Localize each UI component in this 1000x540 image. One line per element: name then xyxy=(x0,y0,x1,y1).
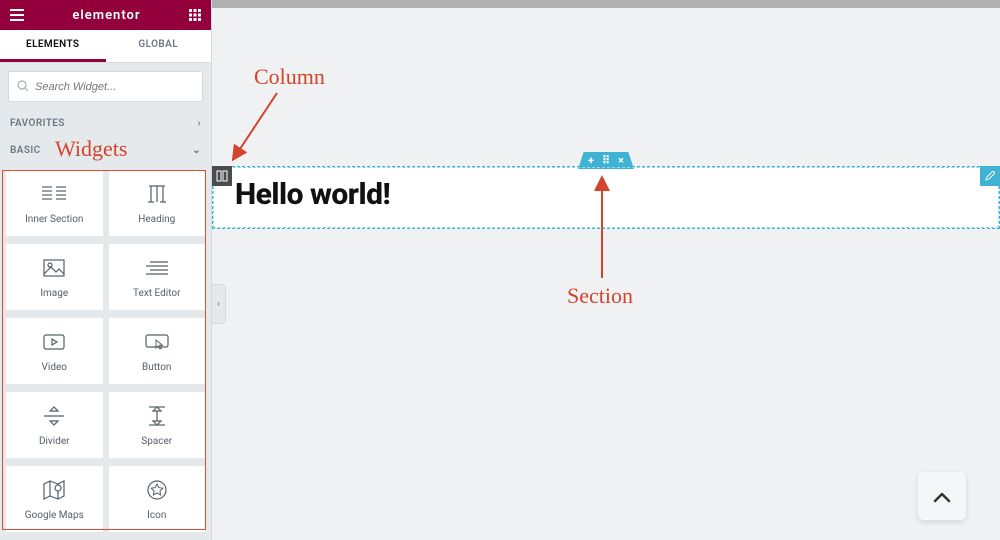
widget-text-editor[interactable]: Text Editor xyxy=(109,244,206,310)
widget-label: Button xyxy=(142,362,171,373)
tab-elements[interactable]: ELEMENTS xyxy=(0,30,106,62)
chevron-down-icon: ⌄ xyxy=(192,145,201,156)
inner-section-icon xyxy=(42,182,66,206)
widget-label: Image xyxy=(40,288,68,299)
button-icon xyxy=(145,330,169,354)
category-label: BASIC xyxy=(10,145,41,156)
google-maps-icon xyxy=(42,478,66,502)
widget-video[interactable]: Video xyxy=(6,318,103,384)
widget-label: Inner Section xyxy=(25,214,83,225)
widget-label: Spacer xyxy=(141,436,172,447)
divider-icon xyxy=(42,404,66,428)
tab-global[interactable]: GLOBAL xyxy=(106,30,212,62)
video-icon xyxy=(42,330,66,354)
section-edit-handle[interactable] xyxy=(980,166,1000,186)
heading-icon xyxy=(145,182,169,206)
text-editor-icon xyxy=(145,256,169,280)
widget-label: Heading xyxy=(138,214,175,225)
canvas-area[interactable]: ‹ + ⠿ × Hello world! Column Section xyxy=(212,8,1000,540)
category-favorites[interactable]: FAVORITES › xyxy=(0,110,211,137)
widget-label: Google Maps xyxy=(25,510,84,521)
widget-button[interactable]: Button xyxy=(109,318,206,384)
section-controls: + ⠿ × xyxy=(578,152,634,169)
image-icon xyxy=(42,256,66,280)
widget-heading[interactable]: Heading xyxy=(109,170,206,236)
spacer-icon xyxy=(145,404,169,428)
widget-spacer[interactable]: Spacer xyxy=(109,392,206,458)
elementor-sidebar: elementor ELEMENTS GLOBAL FAVORITES › BA… xyxy=(0,0,212,540)
widget-google-maps[interactable]: Google Maps xyxy=(6,466,103,532)
app-root: elementor ELEMENTS GLOBAL FAVORITES › BA… xyxy=(0,0,1000,540)
icon-widget-icon xyxy=(145,478,169,502)
widget-inner-section[interactable]: Inner Section xyxy=(6,170,103,236)
widget-image[interactable]: Image xyxy=(6,244,103,310)
hamburger-icon[interactable] xyxy=(10,9,24,21)
sidebar-header: elementor xyxy=(0,0,211,30)
column-handle[interactable] xyxy=(212,166,232,186)
widget-grid: Inner Section Heading Image Text Editor … xyxy=(0,164,211,540)
brand-logo: elementor xyxy=(72,8,140,23)
heading-widget-content[interactable]: Hello world! xyxy=(213,167,999,228)
search-widget-box[interactable] xyxy=(8,71,203,102)
sidebar-tabs: ELEMENTS GLOBAL xyxy=(0,30,211,63)
widget-label: Video xyxy=(42,362,67,373)
widget-label: Divider xyxy=(39,436,70,447)
scroll-to-top-button[interactable] xyxy=(918,472,966,520)
elementor-section[interactable]: + ⠿ × Hello world! xyxy=(212,166,1000,229)
section-delete-button[interactable]: × xyxy=(618,155,624,166)
annotation-column: Column xyxy=(254,64,325,90)
sidebar-collapse-handle[interactable]: ‹ xyxy=(212,284,226,324)
search-area xyxy=(0,63,211,110)
annotation-section: Section xyxy=(567,283,633,309)
chevron-right-icon: › xyxy=(198,118,201,129)
category-label: FAVORITES xyxy=(10,118,65,129)
arrow-column xyxy=(222,88,292,168)
widget-divider[interactable]: Divider xyxy=(6,392,103,458)
widget-label: Icon xyxy=(147,510,166,521)
widget-label: Text Editor xyxy=(133,288,180,299)
chevron-left-icon: ‹ xyxy=(217,299,220,310)
search-input[interactable] xyxy=(35,81,194,93)
chevron-up-icon xyxy=(933,484,951,509)
search-icon xyxy=(17,77,29,96)
widget-icon[interactable]: Icon xyxy=(109,466,206,532)
section-add-button[interactable]: + xyxy=(588,155,594,166)
category-basic[interactable]: BASIC ⌄ xyxy=(0,137,211,164)
apps-grid-icon[interactable] xyxy=(189,9,201,21)
section-drag-handle[interactable]: ⠿ xyxy=(602,155,610,166)
